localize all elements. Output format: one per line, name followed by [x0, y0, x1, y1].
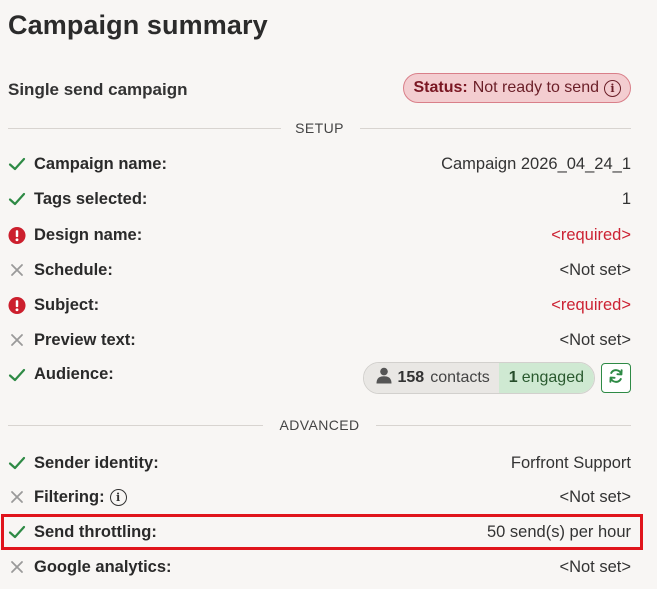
audience-pill[interactable]: 158 contacts 1 engaged [362, 362, 595, 394]
row-value: <Not set> [559, 487, 631, 506]
info-icon[interactable]: i [109, 488, 127, 506]
cross-icon [8, 558, 26, 576]
row-label: Design name: [34, 225, 143, 244]
highlight-box [1, 514, 643, 550]
check-icon [8, 366, 26, 384]
engaged-count: 1 [508, 369, 518, 386]
row-design-name: Design name: <required> [8, 220, 631, 250]
row-tags-selected: Tags selected: 1 [8, 184, 631, 214]
refresh-icon [608, 368, 624, 389]
section-divider-advanced: ADVANCED [8, 415, 631, 435]
row-label: Filtering: [34, 487, 105, 506]
cross-icon [8, 261, 26, 279]
row-google-analytics: Google analytics: <Not set> [8, 552, 631, 582]
row-value: <required> [551, 225, 631, 244]
check-icon [8, 454, 26, 472]
status-label: Status: [413, 79, 468, 96]
contacts-segment[interactable]: 158 contacts [363, 363, 499, 393]
row-label: Subject: [34, 295, 100, 314]
row-label: Tags selected: [34, 189, 148, 208]
section-divider-setup: SETUP [8, 118, 631, 138]
campaign-type: Single send campaign [8, 80, 188, 99]
row-value: <Not set> [559, 330, 631, 349]
row-label: Campaign name: [34, 154, 167, 173]
row-label: Google analytics: [34, 557, 172, 576]
contacts-count: 158 [397, 369, 425, 386]
row-value: <required> [551, 295, 631, 314]
row-value: Forfront Support [510, 453, 631, 472]
row-value: 1 [621, 189, 631, 208]
refresh-button[interactable] [601, 363, 631, 393]
row-label: Preview text: [34, 330, 136, 349]
engaged-text: engaged [521, 369, 584, 386]
engaged-segment[interactable]: 1 engaged [498, 363, 594, 393]
error-icon [8, 296, 26, 314]
campaign-subheader: Single send campaign Status: Not ready t… [8, 72, 631, 106]
status-value: Not ready to send [472, 79, 599, 96]
row-schedule: Schedule: <Not set> [8, 255, 631, 285]
row-sender-identity: Sender identity: Forfront Support [8, 448, 631, 478]
row-value: <Not set> [559, 557, 631, 576]
row-audience: Audience: 158 contacts 1 engaged [8, 361, 631, 395]
check-icon [8, 190, 26, 208]
status-badge: Status: Not ready to send i [403, 73, 631, 103]
info-icon[interactable]: i [604, 79, 621, 97]
page-title: Campaign summary [8, 10, 268, 40]
row-preview-text: Preview text: <Not set> [8, 325, 631, 355]
error-icon [8, 226, 26, 244]
row-label: Schedule: [34, 260, 113, 279]
check-icon [8, 155, 26, 173]
row-label: Sender identity: [34, 453, 159, 472]
contacts-text: contacts [430, 369, 490, 386]
cross-icon [8, 488, 26, 506]
row-filtering: Filtering: i <Not set> [8, 482, 631, 512]
cross-icon [8, 331, 26, 349]
row-subject: Subject: <required> [8, 290, 631, 320]
row-value: <Not set> [559, 260, 631, 279]
row-value: Campaign 2026_04_24_1 [441, 154, 631, 173]
person-icon [376, 367, 392, 389]
row-label: Audience: [34, 365, 114, 383]
row-campaign-name: Campaign name: Campaign 2026_04_24_1 [8, 149, 631, 179]
